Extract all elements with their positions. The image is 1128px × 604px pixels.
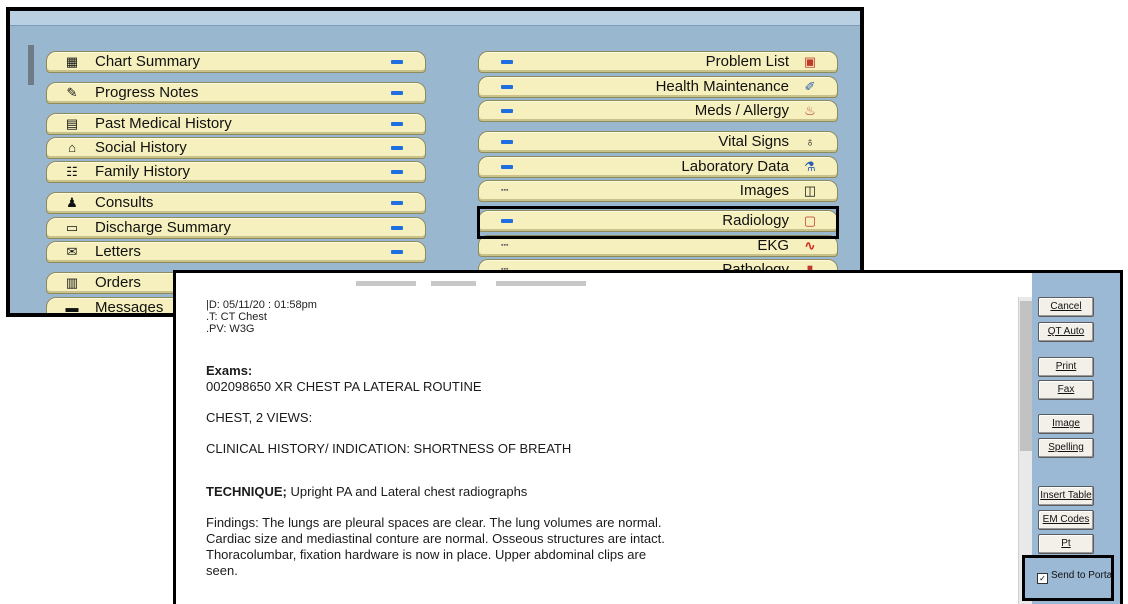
print-button[interactable]: Print xyxy=(1038,357,1094,377)
menu-item-label: EKG xyxy=(757,237,789,254)
menu-item-consults[interactable]: ♟ Consults xyxy=(46,192,426,214)
stethoscope-icon: ♁ xyxy=(805,134,815,149)
menu-item-meds-allergy[interactable]: Meds / Allergy ♨ xyxy=(478,100,838,122)
report-date-line: |D: 05/11/20 : 01:58pm xyxy=(206,299,317,311)
radiology-highlight-box xyxy=(477,206,839,239)
menu-item-health-maintenance[interactable]: Health Maintenance ✐ xyxy=(478,76,838,98)
menu-item-label: Laboratory Data xyxy=(681,158,789,175)
menu-item-label: Social History xyxy=(95,139,187,156)
menu-item-family-history[interactable]: ☷ Family History xyxy=(46,161,426,183)
report-pv-line: .PV: W3G xyxy=(206,323,255,335)
menu-item-problem-list[interactable]: Problem List ▣ xyxy=(478,51,838,73)
expand-dash-icon xyxy=(501,109,513,113)
expand-dash-icon xyxy=(501,85,513,89)
toolbar-control[interactable] xyxy=(356,281,416,286)
house-icon: ⌂ xyxy=(68,140,76,155)
fax-button[interactable]: Fax xyxy=(1038,380,1094,400)
em-codes-button[interactable]: EM Codes xyxy=(1038,510,1094,530)
menu-item-label: Progress Notes xyxy=(95,84,199,101)
send-to-portal-highlight: ✓ Send to Porta xyxy=(1022,555,1114,601)
toolbar-control[interactable] xyxy=(431,281,476,286)
menu-item-chart-summary[interactable]: ▦ Chart Summary xyxy=(46,51,426,73)
note-pencil-icon: ✎ xyxy=(66,85,78,100)
hospital-bed-icon: ▭ xyxy=(65,220,79,235)
menu-top-bar xyxy=(10,11,860,26)
menu-item-letters[interactable]: ✉ Letters xyxy=(46,241,426,263)
menu-item-label: Vital Signs xyxy=(718,133,789,150)
menu-item-past-medical-history[interactable]: ▤ Past Medical History xyxy=(46,113,426,135)
menu-item-social-history[interactable]: ⌂ Social History xyxy=(46,137,426,159)
report-toolbar xyxy=(176,273,1021,291)
exam-line: 002098650 XR CHEST PA LATERAL ROUTINE xyxy=(206,379,482,394)
message-icon: ▬ xyxy=(65,300,79,315)
menu-item-laboratory-data[interactable]: Laboratory Data ⚗ xyxy=(478,156,838,178)
menu-item-label: Meds / Allergy xyxy=(694,102,789,119)
calculator-icon: ▦ xyxy=(65,54,79,69)
menu-item-label: Past Medical History xyxy=(95,115,232,132)
findings-line-1: Findings: The lungs are pleural spaces a… xyxy=(206,515,662,530)
collapsed-dots-icon: ▪▪▪ xyxy=(501,242,509,249)
qt-auto-button[interactable]: QT Auto xyxy=(1038,322,1094,342)
expand-dash-icon xyxy=(391,201,403,205)
spelling-button[interactable]: Spelling xyxy=(1038,438,1094,458)
menu-item-label: Images xyxy=(739,182,789,199)
expand-dash-icon xyxy=(501,60,513,64)
findings-line-3: Thoracolumbar, fixation hardware is now … xyxy=(206,547,647,562)
expand-dash-icon xyxy=(501,140,513,144)
menu-item-vital-signs[interactable]: Vital Signs ♁ xyxy=(478,131,838,153)
send-to-portal-label: Send to Porta xyxy=(1051,570,1113,581)
expand-dash-icon xyxy=(391,146,403,150)
menu-item-label: Consults xyxy=(95,194,154,211)
report-type-line: .T: CT Chest xyxy=(206,311,267,323)
expand-dash-icon xyxy=(391,250,403,254)
scrollbar-thumb[interactable] xyxy=(1020,301,1032,451)
technique-text: Upright PA and Lateral chest radiographs xyxy=(286,484,528,499)
report-text-area[interactable]: |D: 05/11/20 : 01:58pm .T: CT Chest .PV:… xyxy=(206,299,1006,604)
envelope-icon: ✉ xyxy=(66,244,78,259)
image-button[interactable]: Image xyxy=(1038,414,1094,434)
exams-heading: Exams: xyxy=(206,363,253,378)
ekg-wave-icon: ∿ xyxy=(804,238,816,253)
document-stack-icon: ▤ xyxy=(65,116,79,131)
menu-item-discharge-summary[interactable]: ▭ Discharge Summary xyxy=(46,217,426,239)
people-icon: ♟ xyxy=(66,195,78,210)
orders-form-icon: ▥ xyxy=(65,275,79,290)
menu-item-label: Messages xyxy=(95,299,164,316)
technique-label: TECHNIQUE; xyxy=(206,484,287,499)
collapsed-dots-icon: ▪▪▪ xyxy=(501,187,509,194)
menu-item-label: Letters xyxy=(95,243,141,260)
technique-line: TECHNIQUE; Upright PA and Lateral chest … xyxy=(206,484,1006,500)
findings-line-4: seen. xyxy=(206,563,238,578)
lab-flask-icon: ⚗ xyxy=(804,159,816,174)
menu-item-label: Family History xyxy=(95,163,191,180)
pill-bottle-icon: ♨ xyxy=(804,103,816,118)
left-column-rail xyxy=(28,45,34,85)
cancel-button[interactable]: Cancel xyxy=(1038,297,1094,317)
expand-dash-icon xyxy=(391,170,403,174)
family-tree-icon: ☷ xyxy=(66,164,78,179)
pt-comment-button[interactable]: Pt Comment xyxy=(1038,534,1094,567)
syringe-icon: ✐ xyxy=(804,79,816,94)
send-to-portal-checkbox[interactable]: ✓ xyxy=(1037,573,1048,584)
views-line: CHEST, 2 VIEWS: xyxy=(206,410,313,425)
findings-line-2: Cardiac size and mediastinal conture are… xyxy=(206,531,665,546)
menu-item-label: Health Maintenance xyxy=(655,78,789,95)
menu-item-label: Chart Summary xyxy=(95,53,201,70)
expand-dash-icon xyxy=(391,60,403,64)
camera-icon: ◫ xyxy=(803,183,817,198)
insert-table-button[interactable]: Insert Table xyxy=(1038,486,1094,506)
menu-item-images[interactable]: ▪▪▪ Images ◫ xyxy=(478,180,838,202)
expand-dash-icon xyxy=(501,165,513,169)
menu-item-label: Orders xyxy=(95,274,141,291)
expand-dash-icon xyxy=(391,122,403,126)
expand-dash-icon xyxy=(391,91,403,95)
menu-item-label: Discharge Summary xyxy=(95,219,231,236)
menu-item-label: Problem List xyxy=(705,53,789,70)
clinical-history-line: CLINICAL HISTORY/ INDICATION: SHORTNESS … xyxy=(206,441,572,456)
problem-list-icon: ▣ xyxy=(803,54,817,69)
toolbar-control[interactable] xyxy=(496,281,586,286)
menu-item-progress-notes[interactable]: ✎ Progress Notes xyxy=(46,82,426,104)
expand-dash-icon xyxy=(391,226,403,230)
radiology-report-window: |D: 05/11/20 : 01:58pm .T: CT Chest .PV:… xyxy=(173,270,1123,604)
